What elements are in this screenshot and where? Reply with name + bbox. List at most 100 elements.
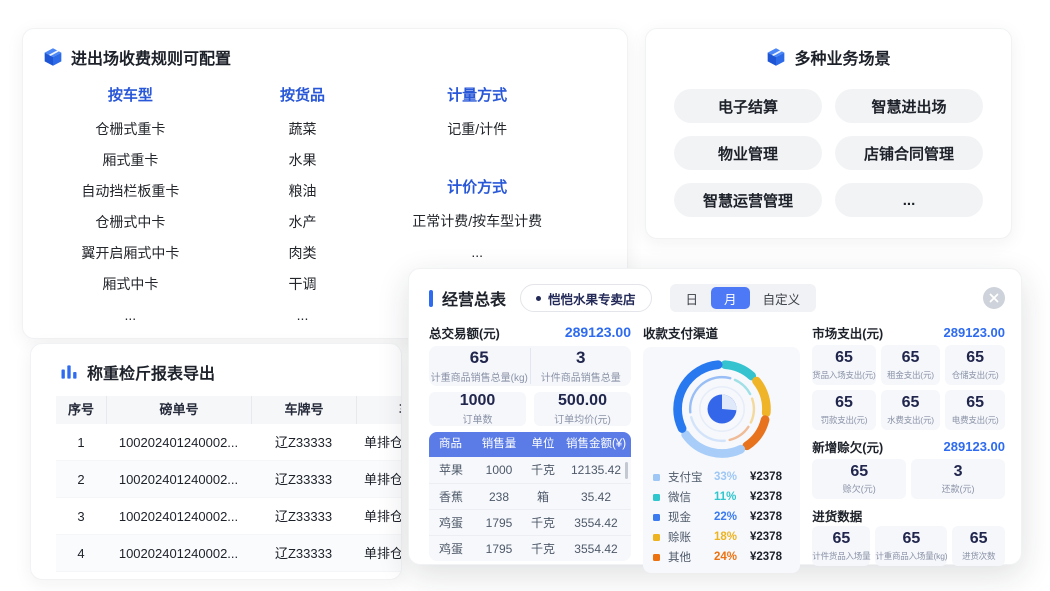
sales-summary-stat: 65 计重商品销售总量(kg) xyxy=(429,348,530,384)
weighing-report-title: 称重检斤报表导出 xyxy=(87,360,215,384)
table-row[interactable]: 1 100202401240002... 辽Z33333 单排仓 xyxy=(56,424,402,461)
credit-stat-box: 65 赊欠(元) xyxy=(812,459,906,499)
stat-value: 65 xyxy=(832,530,850,548)
weighing-report-header: 称重检斤报表导出 xyxy=(31,360,401,384)
legend-label: 其他 xyxy=(668,549,714,565)
cell-index: 1 xyxy=(56,424,106,460)
vehicle-type-item: 厢式中卡 xyxy=(43,269,218,300)
product-sales-table: 商品名 销售量 单位 销售金额(¥) 苹果 1000 千克 12135.42 xyxy=(429,432,631,561)
goods-column: 按货品 蔬菜水果粮油水产肉类干调... xyxy=(218,85,388,331)
scenario-pill[interactable]: 物业管理 xyxy=(674,136,822,170)
weighing-table-header: 序号 磅单号 车牌号 车型 xyxy=(56,396,402,424)
stat-value: 65 xyxy=(966,394,984,412)
period-tab[interactable]: 月 xyxy=(711,287,750,309)
expense-stat-box: 65 电费支出(元) xyxy=(945,390,1005,430)
cell-bill-no: 100202401240002... xyxy=(106,535,251,571)
stat-label: 罚款支出(元) xyxy=(821,414,868,426)
expense-stat-box: 65 水费支出(元) xyxy=(881,390,941,430)
cell-plate-no: 辽Z33333 xyxy=(251,461,356,497)
stat-label: 订单均价(元) xyxy=(554,411,611,426)
cell-product: 鸡蛋 xyxy=(429,510,473,535)
sales-column: 总交易额(元) 289123.00 65 计重商品销售总量(kg) 3 计件商品… xyxy=(429,321,631,573)
vehicle-type-header: 按车型 xyxy=(43,85,218,107)
legend-row: 微信 11% ¥2378 xyxy=(653,487,790,507)
close-button[interactable] xyxy=(983,287,1005,309)
scenarios-header: 多种业务场景 xyxy=(674,45,983,69)
cell-amount: 12135.42 xyxy=(561,457,631,483)
scenarios-title: 多种业务场景 xyxy=(794,45,890,69)
cell-plate-no: 辽Z33333 xyxy=(251,498,356,534)
cell-qty: 1795 xyxy=(473,536,525,561)
cell-index: 4 xyxy=(56,535,106,571)
table-row[interactable]: 4 100202401240002... 辽Z33333 单排仓 xyxy=(56,535,402,572)
legend-label: 支付宝 xyxy=(668,469,714,485)
cell-index: 2 xyxy=(56,461,106,497)
period-tab[interactable]: 自定义 xyxy=(750,287,814,309)
close-icon xyxy=(989,293,999,303)
expense-stat-box: 65 仓储支出(元) xyxy=(945,345,1005,385)
cell-plate-no: 辽Z33333 xyxy=(251,424,356,460)
legend-swatch xyxy=(653,514,660,521)
payment-donut-chart xyxy=(666,353,778,465)
table-row[interactable]: 3 100202401240002... 辽Z33333 单排仓 xyxy=(56,498,402,535)
goods-item: 水产 xyxy=(218,207,388,238)
legend-percent: 24% xyxy=(714,551,750,563)
product-row: 香蕉 238 箱 35.42 xyxy=(429,483,631,509)
legend-amount: ¥2378 xyxy=(750,511,782,523)
stat-value: 65 xyxy=(835,349,853,367)
stat-value: 500.00 xyxy=(558,392,607,410)
stat-label: 计重商品销售总量(kg) xyxy=(429,369,530,384)
pricing-method-header: 计价方式 xyxy=(387,177,567,199)
cell-bill-no: 100202401240002... xyxy=(106,424,251,460)
cell-bill-no: 100202401240002... xyxy=(106,498,251,534)
stat-value: 65 xyxy=(429,348,530,368)
goods-item: 蔬菜 xyxy=(218,114,388,145)
scenario-pill[interactable]: 电子结算 xyxy=(674,89,822,123)
cell-unit: 千克 xyxy=(525,457,561,483)
pricing-method-item: ... xyxy=(387,237,567,268)
product-row: 鸡蛋 1795 千克 3554.42 xyxy=(429,509,631,535)
payment-column: 收款支付渠道 支付宝 33% ¥2378 微信 11% xyxy=(643,321,800,573)
product-table-header: 商品名 销售量 单位 销售金额(¥) xyxy=(429,432,631,457)
stat-label: 货品入场支出(元) xyxy=(812,369,875,381)
stat-value: 65 xyxy=(902,530,920,548)
cell-amount: 3554.42 xyxy=(561,536,631,561)
scenario-pill[interactable]: 智慧进出场 xyxy=(835,89,983,123)
scenario-pill[interactable]: 智慧运营管理 xyxy=(674,183,822,217)
period-tab[interactable]: 日 xyxy=(673,287,712,309)
stat-label: 计件货品入场量 xyxy=(812,550,870,562)
store-selector[interactable]: 恺恺水果专卖店 xyxy=(520,284,652,312)
cell-index: 3 xyxy=(56,498,106,534)
cube-icon xyxy=(766,47,786,67)
stat-value: 65 xyxy=(902,349,920,367)
cube-icon xyxy=(43,47,63,67)
stat-value: 65 xyxy=(835,394,853,412)
goods-item: 粮油 xyxy=(218,176,388,207)
expense-stat-box: 65 租金支出(元) xyxy=(881,345,941,385)
stat-label: 还款(元) xyxy=(942,482,975,495)
legend-label: 赊账 xyxy=(668,529,714,545)
table-row[interactable]: 2 100202401240002... 辽Z33333 单排仓 xyxy=(56,461,402,498)
sales-summary-stat: 3 计件商品销售总量 xyxy=(530,348,632,384)
cell-qty: 1000 xyxy=(473,457,525,483)
cell-qty: 238 xyxy=(473,484,525,509)
payment-channels-title: 收款支付渠道 xyxy=(643,323,800,341)
legend-amount: ¥2378 xyxy=(750,471,782,483)
legend-row: 赊账 18% ¥2378 xyxy=(653,527,790,547)
stat-label: 租金支出(元) xyxy=(887,369,934,381)
stat-label: 进货次数 xyxy=(962,550,995,562)
col-header-index: 序号 xyxy=(56,396,106,424)
stat-label: 电费支出(元) xyxy=(952,414,999,426)
order-stat-box: 1000 订单数 xyxy=(429,392,526,426)
fee-rules-title: 进出场收费规则可配置 xyxy=(71,45,231,69)
measure-method-item: 记重/计件 xyxy=(387,114,567,145)
scrollbar-thumb[interactable] xyxy=(625,462,628,479)
scenario-pill[interactable]: ... xyxy=(835,183,983,217)
measure-method-header: 计量方式 xyxy=(387,85,567,107)
scenario-pill[interactable]: 店铺合同管理 xyxy=(835,136,983,170)
col-header-product: 商品名 xyxy=(429,432,473,457)
cell-product: 鸡蛋 xyxy=(429,536,473,561)
stat-label: 赊欠(元) xyxy=(843,482,876,495)
legend-percent: 18% xyxy=(714,531,750,543)
purchase-stat-box: 65 计件货品入场量 xyxy=(812,526,870,566)
